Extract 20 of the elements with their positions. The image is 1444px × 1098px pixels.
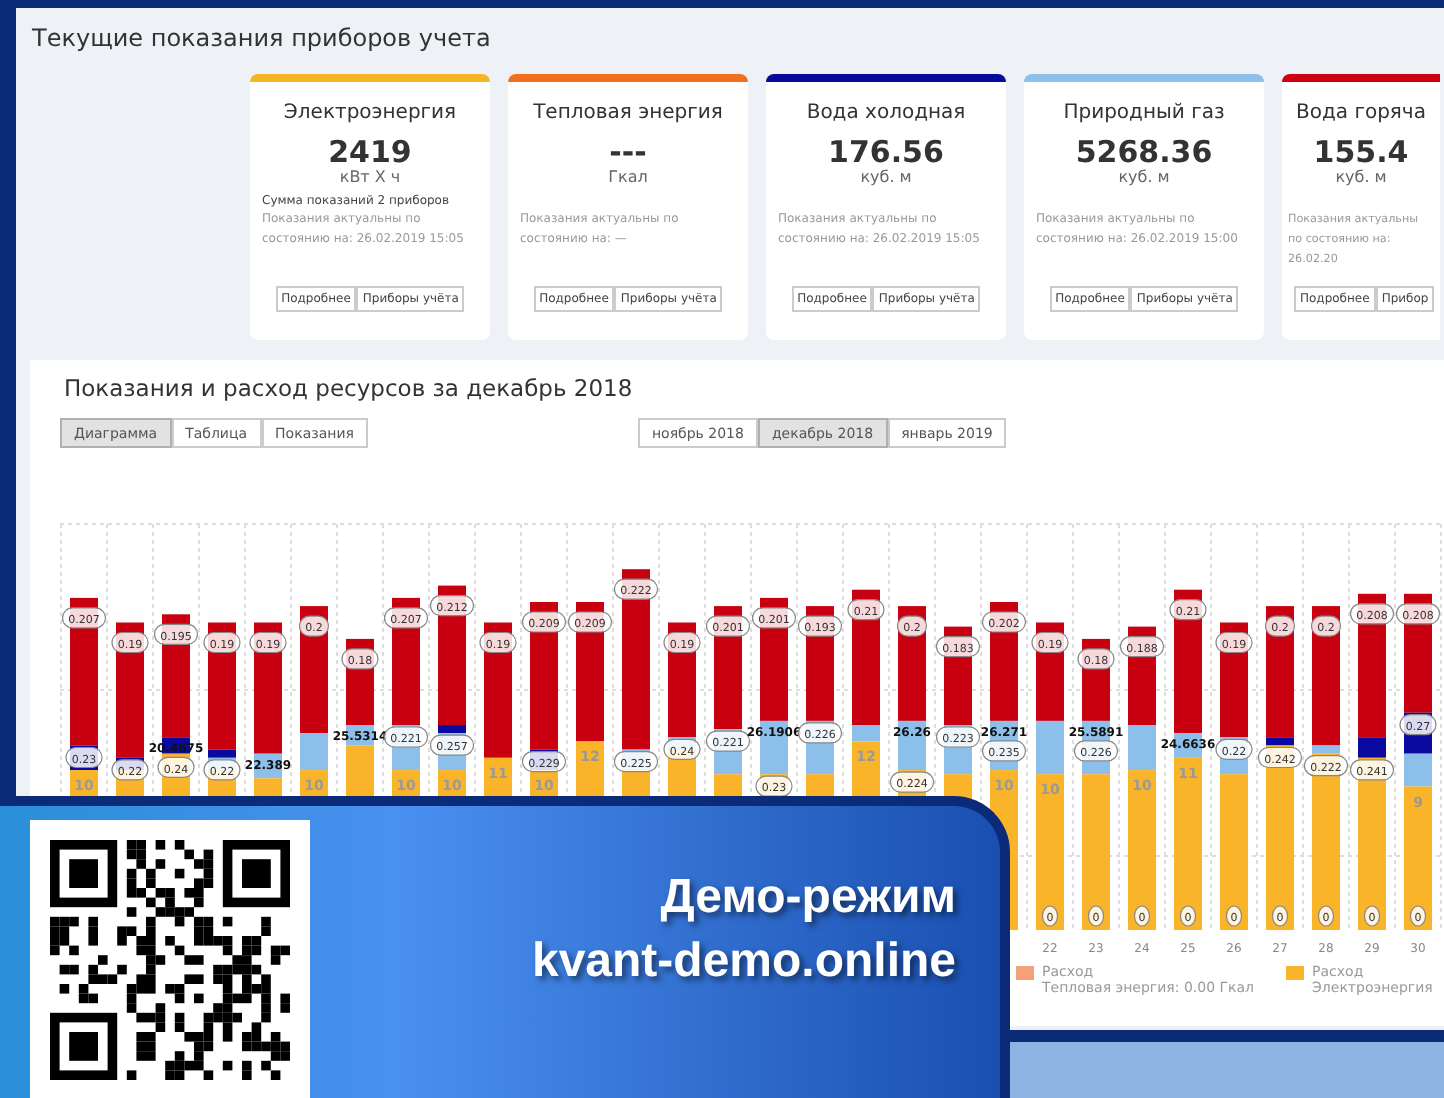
banner-title: Демо-режим <box>660 868 956 928</box>
meter-unit: кВт Х ч <box>339 168 401 186</box>
card-title: Природный газ <box>1063 102 1225 124</box>
meter-unit: куб. м <box>1118 168 1170 186</box>
meter-unit: Гкал <box>608 168 648 186</box>
chart-title: Показания и расход ресурсов за декабрь 2018 <box>64 374 635 402</box>
card-title: Вода горяча <box>1296 102 1426 124</box>
meter-value: 2419 <box>328 136 412 168</box>
meter-value: 5268.36 <box>1075 136 1213 168</box>
meter-unit: куб. м <box>860 168 912 186</box>
meter-unit: куб. м <box>1335 168 1387 186</box>
card-title: Электроэнергия <box>283 102 457 124</box>
qr-code-icon <box>30 820 310 1098</box>
card-title: Вода холодная <box>806 102 966 124</box>
meter-value: 176.56 <box>828 136 944 168</box>
section-title: Текущие показания приборов учета <box>32 24 493 56</box>
banner-url: kvant-demo.online <box>531 932 956 992</box>
meter-value: 155.4 <box>1313 136 1409 168</box>
meter-value: --- <box>609 136 647 168</box>
card-title: Тепловая энергия <box>533 102 723 124</box>
